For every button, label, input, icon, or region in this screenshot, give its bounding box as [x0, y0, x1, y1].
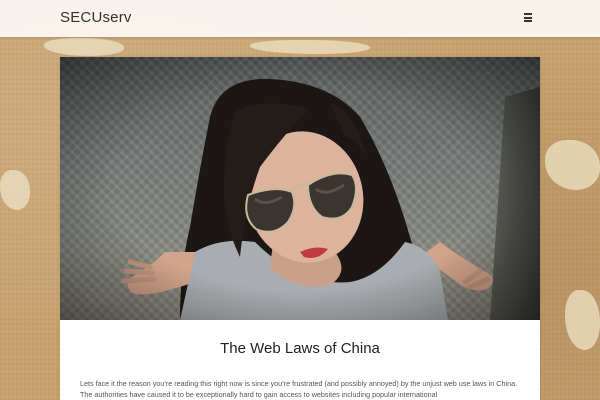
woman-with-aviator-sunglasses-photo [60, 57, 540, 320]
background-texture-patch [0, 170, 30, 210]
background-texture-patch [250, 40, 370, 54]
background-texture-patch [545, 140, 600, 190]
menu-bar [524, 20, 532, 22]
menu-bar [524, 16, 532, 19]
menu-bar [524, 13, 532, 15]
post-card: The Web Laws of China Lets face it the r… [60, 57, 540, 400]
background-texture-patch [565, 290, 600, 350]
featured-image[interactable] [60, 57, 540, 320]
hamburger-menu-icon[interactable] [522, 13, 534, 25]
photo-vignette [60, 57, 540, 320]
post-title[interactable]: The Web Laws of China [60, 340, 540, 357]
site-title[interactable]: SECUserv [60, 9, 132, 26]
post-excerpt: Lets face it the reason you’re reading t… [80, 379, 518, 399]
background-texture-patch [44, 38, 124, 56]
site-header: SECUserv [0, 0, 600, 37]
